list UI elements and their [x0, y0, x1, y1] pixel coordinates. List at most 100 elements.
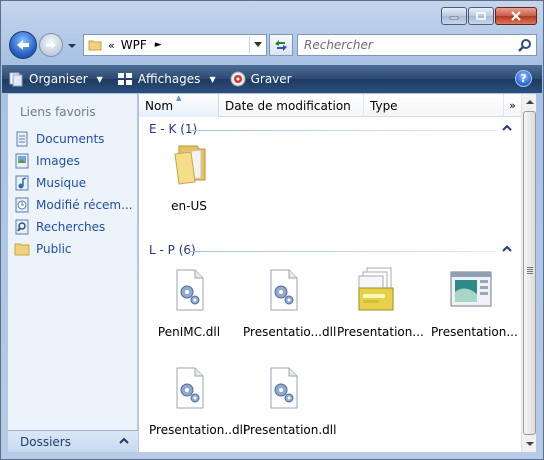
scrollbar-thumb[interactable] — [523, 111, 536, 435]
breadcrumb-wpf[interactable]: WPF — [121, 38, 147, 52]
images-icon — [15, 153, 29, 169]
organize-icon — [9, 72, 23, 87]
command-bar: Organiser ▼ Affichages ▼ Graver ? — [2, 65, 542, 93]
minimize-button[interactable] — [441, 7, 467, 25]
dll-icon — [176, 367, 204, 409]
file-item-presentation-stack[interactable]: Presentation... — [337, 266, 424, 339]
vertical-scrollbar[interactable] — [521, 94, 536, 452]
file-name: Presentation.dll — [243, 423, 337, 437]
back-button[interactable] — [9, 31, 37, 59]
chevron-up-icon[interactable] — [502, 244, 512, 254]
search-box[interactable]: Rechercher — [297, 34, 537, 56]
recent-pages-dropdown[interactable] — [67, 40, 77, 50]
folders-toggle[interactable]: Dossiers — [8, 430, 138, 452]
nav-item-documents[interactable]: Documents — [14, 128, 133, 150]
presentation-stack-icon — [358, 267, 394, 311]
recent-icon — [15, 197, 29, 213]
column-name-label: Nom — [145, 98, 174, 113]
dll-icon — [176, 269, 204, 311]
nav-item-searches[interactable]: Recherches — [14, 216, 133, 238]
file-item-presentatio-dll[interactable]: Presentatio...dll — [243, 266, 337, 339]
burn-disc-icon — [230, 71, 246, 87]
forward-button[interactable] — [39, 33, 63, 57]
more-columns-label: » — [509, 99, 516, 112]
folder-icon — [174, 145, 206, 185]
caption-buttons — [441, 7, 537, 25]
favorite-links-title: Liens favoris — [20, 105, 96, 119]
refresh-button[interactable] — [269, 34, 293, 56]
group-header-e-k[interactable]: E - K (1) — [149, 122, 514, 138]
explorer-window: « WPF ► Rechercher Organiser ▼ Affichage… — [0, 0, 544, 460]
organiser-button[interactable]: Organiser ▼ — [2, 65, 111, 93]
chevron-down-icon: ▼ — [209, 74, 216, 84]
group-title: E - K (1) — [149, 122, 204, 136]
searches-icon — [15, 219, 29, 235]
file-name: PenIMC.dll — [157, 325, 221, 339]
dll-icon — [270, 367, 298, 409]
column-header-name[interactable]: Nom ▲ — [139, 94, 219, 117]
group-header-l-p[interactable]: L - P (6) — [149, 243, 514, 259]
nav-item-label: Documents — [36, 132, 105, 146]
more-columns-button[interactable]: » — [504, 94, 521, 117]
file-item-penimc[interactable]: PenIMC.dll — [149, 266, 229, 339]
column-headers: Nom ▲ Date de modification Type » — [139, 94, 521, 117]
folder-icon — [88, 40, 102, 51]
maximize-button[interactable] — [468, 7, 494, 25]
group-divider — [189, 251, 496, 252]
scrollbar-grip — [527, 267, 533, 275]
file-item-presentation-dll-3[interactable]: Presentation.dll — [243, 364, 337, 437]
minimize-icon — [449, 16, 459, 20]
file-name: Presentatio...dll — [243, 325, 337, 339]
group-divider — [189, 130, 496, 131]
views-icon — [117, 73, 132, 85]
graver-button[interactable]: Graver — [224, 65, 300, 93]
documents-icon — [16, 131, 28, 147]
favorite-links-list: Documents Images Musique Modifié récem..… — [14, 128, 133, 260]
nav-item-label: Recherches — [36, 220, 106, 234]
file-name: Presentation... — [337, 325, 424, 339]
column-date-label: Date de modification — [225, 98, 351, 113]
maximize-icon — [476, 12, 486, 20]
music-icon — [15, 175, 29, 191]
navigation-bar: « WPF ► Rechercher — [9, 31, 537, 59]
nav-item-images[interactable]: Images — [14, 150, 133, 172]
breadcrumb-overflow[interactable]: « — [108, 39, 115, 52]
scroll-down-button[interactable] — [522, 436, 537, 452]
nav-item-music[interactable]: Musique — [14, 172, 133, 194]
search-icon[interactable] — [518, 38, 532, 52]
close-button[interactable] — [495, 7, 537, 25]
scroll-up-button[interactable] — [522, 94, 537, 110]
file-item-en-us[interactable]: en-US — [149, 140, 229, 213]
nav-item-recent[interactable]: Modifié récem... — [14, 194, 133, 216]
group-title: L - P (6) — [149, 243, 202, 257]
address-dropdown[interactable] — [249, 36, 265, 54]
file-item-presentation-dll-2[interactable]: Presentation..dll — [149, 364, 246, 437]
presentation-window-icon — [450, 271, 492, 307]
nav-item-label: Musique — [36, 176, 87, 190]
nav-item-public[interactable]: Public — [14, 238, 133, 260]
file-list-pane: Nom ▲ Date de modification Type » E - K … — [139, 94, 536, 452]
graver-label: Graver — [250, 72, 292, 86]
help-button[interactable]: ? — [515, 70, 532, 87]
folders-label: Dossiers — [20, 434, 71, 449]
chevron-down-icon — [68, 44, 76, 48]
help-icon: ? — [520, 72, 527, 85]
nav-item-label: Modifié récem... — [36, 198, 133, 212]
nav-item-label: Images — [36, 154, 80, 168]
scroll-down-icon — [525, 442, 534, 446]
dll-icon — [270, 269, 298, 311]
affichages-label: Affichages — [137, 72, 201, 86]
address-bar[interactable]: « WPF ► — [83, 34, 267, 56]
column-type-label: Type — [370, 98, 398, 113]
breadcrumb-arrow[interactable]: ► — [155, 40, 162, 50]
chevron-up-icon[interactable] — [502, 123, 512, 133]
column-header-type[interactable]: Type — [364, 94, 504, 117]
column-header-date[interactable]: Date de modification — [219, 94, 364, 117]
chevron-up-icon — [119, 437, 129, 444]
chevron-down-icon — [253, 42, 262, 47]
navigation-pane: Liens favoris Documents Images Musique M… — [8, 94, 138, 452]
affichages-button[interactable]: Affichages ▼ — [111, 65, 224, 93]
file-item-presentation-window[interactable]: Presentation... — [431, 266, 518, 339]
file-name: Presentation... — [431, 325, 518, 339]
public-folder-icon — [14, 243, 30, 256]
